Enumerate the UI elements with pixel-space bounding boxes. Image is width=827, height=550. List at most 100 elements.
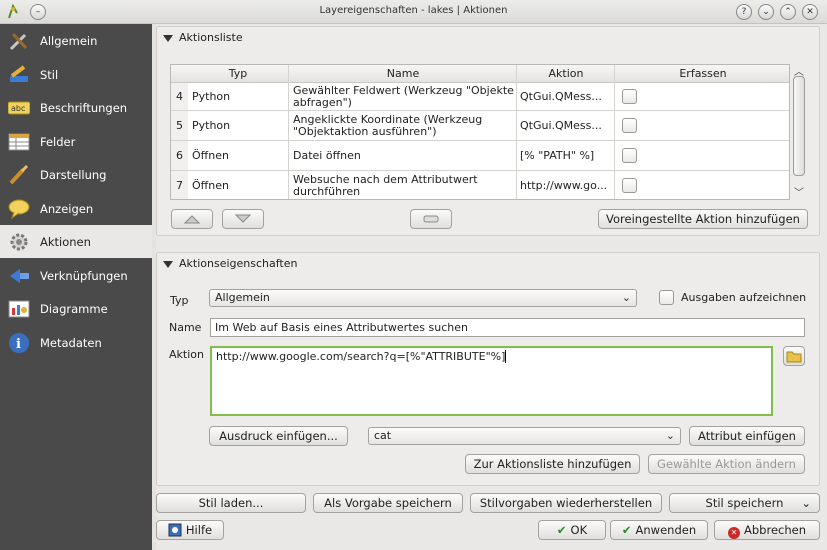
cancel-button[interactable]: ✕ Abbrechen	[714, 520, 820, 540]
row-action: [% "PATH" %]	[520, 149, 595, 162]
column-header-capture[interactable]: Erfassen	[615, 67, 789, 80]
table-row[interactable]: 5 Python Angeklickte Koordinate (Werkzeu…	[171, 111, 789, 141]
insert-expression-button[interactable]: Ausdruck einfügen...	[209, 426, 348, 446]
row-action: http://www.go...	[520, 179, 608, 192]
sidebar-item-fields[interactable]: Felder	[0, 125, 152, 158]
column-header-name[interactable]: Name	[289, 67, 517, 80]
actions-list-title: Aktionsliste	[179, 31, 243, 44]
info-icon: i	[8, 332, 30, 354]
brush-icon	[8, 164, 30, 186]
ok-button[interactable]: ✔ OK	[538, 520, 606, 540]
column-header-type[interactable]: Typ	[188, 67, 288, 80]
title-bar: – Layereigenschaften - lakes | Aktionen …	[0, 0, 827, 24]
row-name: Websuche nach dem Attributwert durchführ…	[293, 173, 478, 198]
row-number: 4	[171, 83, 188, 110]
sidebar-item-label: Metadaten	[40, 336, 102, 350]
table-row[interactable]: 6 Öffnen Datei öffnen [% "PATH" %]	[171, 141, 789, 171]
update-action-button[interactable]: Gewählte Aktion ändern	[648, 454, 805, 474]
save-style-button[interactable]: Stil speichern ⌄	[669, 493, 820, 513]
actions-list-header[interactable]: Aktionsliste	[163, 31, 243, 44]
sidebar-item-general[interactable]: Allgemein	[0, 24, 152, 57]
row-name: Gewählter Feldwert (Werkzeug "Objekte ab…	[293, 84, 514, 109]
move-up-button[interactable]	[171, 209, 213, 229]
row-type: Öffnen	[192, 149, 229, 162]
action-properties-title: Aktionseigenschaften	[179, 257, 298, 270]
sidebar-item-style[interactable]: Stil	[0, 58, 152, 91]
browse-file-button[interactable]	[783, 346, 805, 366]
sidebar-item-metadata[interactable]: i Metadaten	[0, 326, 152, 359]
chart-icon	[8, 298, 30, 320]
capture-output-label: Ausgaben aufzeichnen	[681, 291, 807, 304]
capture-checkbox[interactable]	[622, 148, 637, 163]
capture-checkbox[interactable]	[622, 89, 637, 104]
column-divider	[614, 65, 615, 199]
sidebar-item-joins[interactable]: Verknüpfungen	[0, 259, 152, 292]
row-type: Python	[192, 119, 231, 132]
row-name: Datei öffnen	[293, 149, 361, 162]
capture-checkbox[interactable]	[622, 118, 637, 133]
arrow-down-icon	[234, 214, 252, 223]
help-title-button[interactable]: ?	[736, 4, 752, 20]
name-field[interactable]: Im Web auf Basis eines Attributwertes su…	[210, 318, 805, 337]
sidebar: Allgemein Stil abc Beschriftungen Felder…	[0, 24, 152, 550]
sidebar-item-label: Anzeigen	[40, 202, 94, 216]
add-to-list-button[interactable]: Zur Aktionsliste hinzufügen	[465, 454, 640, 474]
row-number: 5	[171, 111, 188, 140]
apply-button[interactable]: ✔ Anwenden	[610, 520, 708, 540]
remove-action-button[interactable]	[410, 209, 452, 229]
sidebar-item-actions[interactable]: Aktionen	[0, 225, 152, 258]
table-icon	[8, 131, 30, 153]
collapse-triangle-icon	[163, 34, 173, 42]
sidebar-item-label: Darstellung	[40, 168, 107, 182]
maximize-button[interactable]: ⌃	[780, 4, 796, 20]
sidebar-item-display[interactable]: Anzeigen	[0, 192, 152, 225]
checkmark-icon: ✔	[556, 523, 567, 537]
action-properties-header[interactable]: Aktionseigenschaften	[163, 257, 297, 270]
help-button[interactable]: Hilfe	[156, 520, 224, 540]
minimize-button[interactable]: ⌄	[758, 4, 774, 20]
table-row[interactable]: 7 Öffnen Websuche nach dem Attributwert …	[171, 171, 789, 199]
arrow-up-icon	[183, 215, 201, 224]
svg-text:abc: abc	[11, 104, 25, 113]
table-row[interactable]: 4 Python Gewählter Feldwert (Werkzeug "O…	[171, 83, 789, 111]
move-down-button[interactable]	[222, 209, 264, 229]
close-button[interactable]: ✕	[802, 4, 818, 20]
sidebar-item-labels[interactable]: abc Beschriftungen	[0, 91, 152, 124]
type-select[interactable]: Allgemein ⌄	[209, 289, 637, 307]
row-name: Angeklickte Koordinate (Werkzeug "Objekt…	[293, 113, 483, 138]
capture-checkbox[interactable]	[622, 178, 637, 193]
help-book-icon	[168, 523, 182, 537]
row-action: QtGui.QMess...	[520, 119, 602, 132]
chevron-down-icon: ⌄	[665, 429, 675, 442]
sidebar-item-diagrams[interactable]: Diagramme	[0, 292, 152, 325]
chevron-down-icon: ⌄	[801, 496, 811, 510]
save-style-label: Stil speichern	[705, 496, 784, 510]
sidebar-item-label: Diagramme	[40, 302, 108, 316]
scroll-down-icon[interactable]: ﹀	[794, 184, 804, 199]
apply-label: Anwenden	[635, 523, 697, 537]
row-type: Öffnen	[192, 179, 229, 192]
action-textarea[interactable]: http://www.google.com/search?q=[%"ATTRIB…	[210, 346, 773, 416]
row-type: Python	[192, 90, 231, 103]
capture-output-checkbox[interactable]	[659, 290, 674, 305]
restore-default-style-button[interactable]: Stilvorgaben wiederherstellen	[470, 493, 662, 513]
column-header-action[interactable]: Aktion	[517, 67, 615, 80]
add-default-action-button[interactable]: Voreingestellte Aktion hinzufügen	[598, 209, 808, 229]
join-arrow-icon	[8, 265, 30, 287]
scrollbar-thumb[interactable]	[793, 76, 805, 176]
action-label: Aktion	[169, 348, 204, 361]
type-select-value: Allgemein	[215, 291, 270, 304]
chevron-down-icon: ⌄	[621, 291, 631, 304]
abc-label-icon: abc	[7, 97, 31, 119]
sidebar-item-label: Aktionen	[40, 235, 91, 249]
table-scrollbar[interactable]: ︿ ﹀	[791, 64, 807, 200]
attribute-select[interactable]: cat ⌄	[368, 427, 681, 445]
sidebar-item-label: Beschriftungen	[40, 101, 128, 115]
sidebar-item-label: Allgemein	[40, 34, 98, 48]
sidebar-item-label: Stil	[40, 68, 59, 82]
sidebar-item-rendering[interactable]: Darstellung	[0, 158, 152, 191]
load-style-button[interactable]: Stil laden...	[156, 493, 306, 513]
checkmark-icon: ✔	[621, 523, 632, 537]
insert-attribute-button[interactable]: Attribut einfügen	[689, 426, 805, 446]
save-as-default-button[interactable]: Als Vorgabe speichern	[313, 493, 463, 513]
